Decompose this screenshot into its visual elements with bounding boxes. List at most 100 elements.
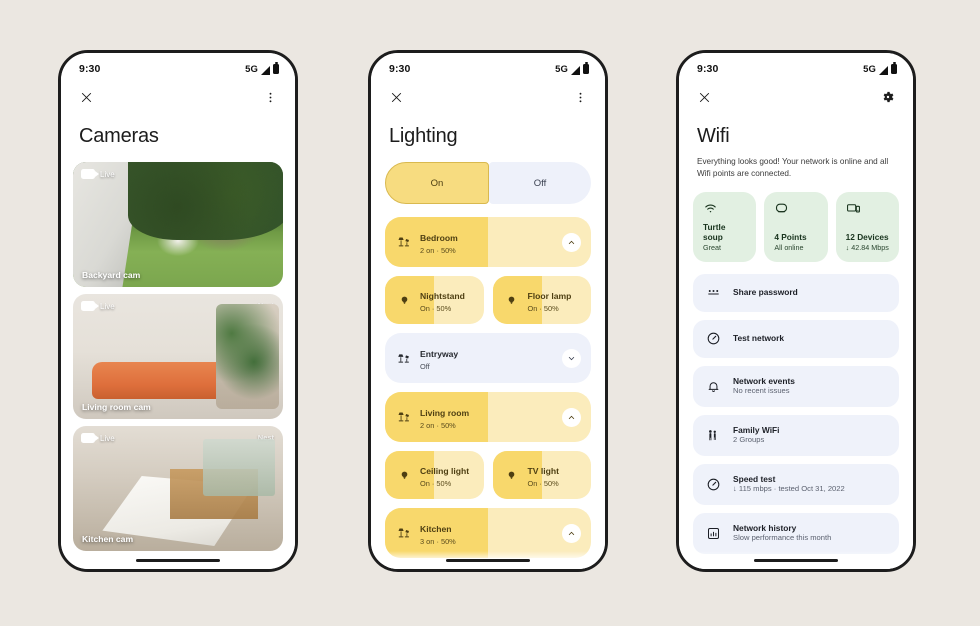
status-indicators: 5G xyxy=(245,62,279,75)
lighting-app-bar xyxy=(371,79,605,115)
battery-icon xyxy=(891,62,897,74)
page-title: Wifi xyxy=(697,125,730,147)
status-time: 9:30 xyxy=(389,63,411,75)
light-name: TV light xyxy=(527,466,560,476)
wifi-row-title: Test network xyxy=(733,333,785,344)
speedometer-icon xyxy=(705,476,722,493)
bulb-icon xyxy=(504,467,520,483)
close-icon[interactable] xyxy=(385,86,407,108)
light-card-tv-light[interactable]: TV light On · 50% xyxy=(492,451,591,499)
chevron-up-icon[interactable] xyxy=(562,407,581,427)
video-camera-icon xyxy=(81,301,99,311)
light-status: On · 50% xyxy=(527,304,559,313)
status-bar: 9:30 5G xyxy=(61,53,295,79)
wifi-row-sub: Slow performance this month xyxy=(733,533,832,543)
password-dots-icon xyxy=(705,284,722,301)
wifi-screen: 9:30 5G Wifi Everything looks good! Your… xyxy=(679,53,913,569)
light-name: Nightstand xyxy=(420,291,465,301)
lamp-group-icon xyxy=(396,350,412,366)
camera-card-kitchen[interactable]: Live Nest Kitchen cam xyxy=(73,426,283,551)
speedometer-icon xyxy=(705,330,722,347)
wifi-stat-card-network[interactable]: Turtle soup Great xyxy=(693,191,757,262)
wifi-app-bar xyxy=(679,79,913,115)
home-indicator xyxy=(136,558,220,562)
wifi-row-test-network[interactable]: Test network xyxy=(693,319,899,358)
network-label: 5G xyxy=(245,63,258,75)
wifi-action-list: Share password Test network Network even… xyxy=(679,262,913,554)
light-card-floor-lamp[interactable]: Floor lamp On · 50% xyxy=(492,276,591,324)
light-group-list: Bedroom 2 on · 50% Nightstand On · 50% F… xyxy=(371,204,605,558)
chevron-down-icon[interactable] xyxy=(562,348,581,368)
camera-card-backyard[interactable]: Live Nest Backyard cam xyxy=(73,162,283,287)
live-label: Live xyxy=(100,433,115,443)
light-group-name: Kitchen xyxy=(420,524,452,534)
bulb-icon xyxy=(504,292,520,308)
wifi-row-share-password[interactable]: Share password xyxy=(693,273,899,312)
wifi-stat-card-points[interactable]: 4 Points All online xyxy=(764,191,828,262)
close-icon[interactable] xyxy=(693,86,715,108)
status-bar: 9:30 5G xyxy=(679,53,913,79)
light-group-status: 3 on · 50% xyxy=(420,537,456,546)
signal-strength-icon xyxy=(879,65,888,75)
video-camera-icon xyxy=(81,433,99,443)
phone-cameras: 9:30 5G Cameras Live Nest Backyard cam L… xyxy=(58,50,298,572)
overflow-menu-icon[interactable] xyxy=(569,86,591,108)
phone-wifi: 9:30 5G Wifi Everything looks good! Your… xyxy=(676,50,916,572)
light-group-name: Entryway xyxy=(420,349,459,359)
stat-sub: Great xyxy=(703,243,721,253)
wifi-row-sub: ↓ 115 mbps · tested Oct 31, 2022 xyxy=(733,484,845,494)
camera-card-living-room[interactable]: Live Nest Living room cam xyxy=(73,294,283,419)
bell-icon xyxy=(705,378,722,395)
close-icon[interactable] xyxy=(75,86,97,108)
light-group-name: Bedroom xyxy=(420,233,458,243)
toggle-on-segment[interactable]: On xyxy=(385,162,489,204)
status-time: 9:30 xyxy=(79,63,101,75)
light-group-row-living-room: Living room 2 on · 50% xyxy=(385,392,591,442)
status-time: 9:30 xyxy=(697,63,719,75)
wifi-row-family-wifi[interactable]: Family WiFi 2 Groups xyxy=(693,414,899,456)
overflow-menu-icon[interactable] xyxy=(259,86,281,108)
light-group-card-kitchen[interactable]: Kitchen 3 on · 50% xyxy=(385,508,591,558)
live-label: Live xyxy=(100,169,115,179)
light-child-row-bedroom: Nightstand On · 50% Floor lamp On · 50% xyxy=(385,276,591,324)
wifi-row-speed-test[interactable]: Speed test ↓ 115 mbps · tested Oct 31, 2… xyxy=(693,463,899,505)
devices-icon xyxy=(846,201,890,219)
light-group-row-kitchen: Kitchen 3 on · 50% xyxy=(385,508,591,558)
family-icon xyxy=(705,427,722,444)
lighting-on-off-toggle: On Off xyxy=(371,148,605,204)
wifi-row-title: Network events xyxy=(733,375,795,386)
light-name: Ceiling light xyxy=(420,466,470,476)
chevron-up-icon[interactable] xyxy=(562,232,581,252)
stat-title: 12 Devices xyxy=(845,232,889,243)
camera-brand-label: Nest xyxy=(257,169,274,178)
light-group-card-bedroom[interactable]: Bedroom 2 on · 50% xyxy=(385,217,591,267)
wifi-row-network-events[interactable]: Network events No recent issues xyxy=(693,365,899,407)
light-group-name: Living room xyxy=(420,408,470,418)
light-card-nightstand[interactable]: Nightstand On · 50% xyxy=(385,276,484,324)
light-status: On · 50% xyxy=(420,479,452,488)
camera-brand-label: Nest xyxy=(257,301,274,310)
live-badge: Live xyxy=(81,169,115,179)
gear-icon[interactable] xyxy=(877,86,899,108)
chart-history-icon xyxy=(705,525,722,542)
wifi-summary-text: Everything looks good! Your network is o… xyxy=(697,157,889,178)
wifi-row-network-history[interactable]: Network history Slow performance this mo… xyxy=(693,512,899,554)
camera-brand-label: Nest xyxy=(257,433,274,442)
light-card-ceiling-light[interactable]: Ceiling light On · 50% xyxy=(385,451,484,499)
home-indicator xyxy=(446,558,530,562)
chevron-up-icon[interactable] xyxy=(562,523,581,543)
page-title: Lighting xyxy=(389,125,458,147)
cameras-app-bar xyxy=(61,79,295,115)
toggle-off-segment[interactable]: Off xyxy=(489,162,591,204)
wifi-stat-card-devices[interactable]: 12 Devices ↓ 42.84 Mbps xyxy=(835,191,899,262)
wifi-stat-cards: Turtle soup Great 4 Points All online 12… xyxy=(679,180,913,262)
light-group-card-entryway[interactable]: Entryway Off xyxy=(385,333,591,383)
light-group-card-living-room[interactable]: Living room 2 on · 50% xyxy=(385,392,591,442)
wifi-row-title: Speed test xyxy=(733,473,776,484)
stat-title: 4 Points xyxy=(774,232,807,243)
light-child-row-living-room: Ceiling light On · 50% TV light On · 50% xyxy=(385,451,591,499)
video-camera-icon xyxy=(81,169,99,179)
stat-title: Turtle soup xyxy=(703,222,726,243)
network-label: 5G xyxy=(555,63,568,75)
light-status: On · 50% xyxy=(527,479,559,488)
